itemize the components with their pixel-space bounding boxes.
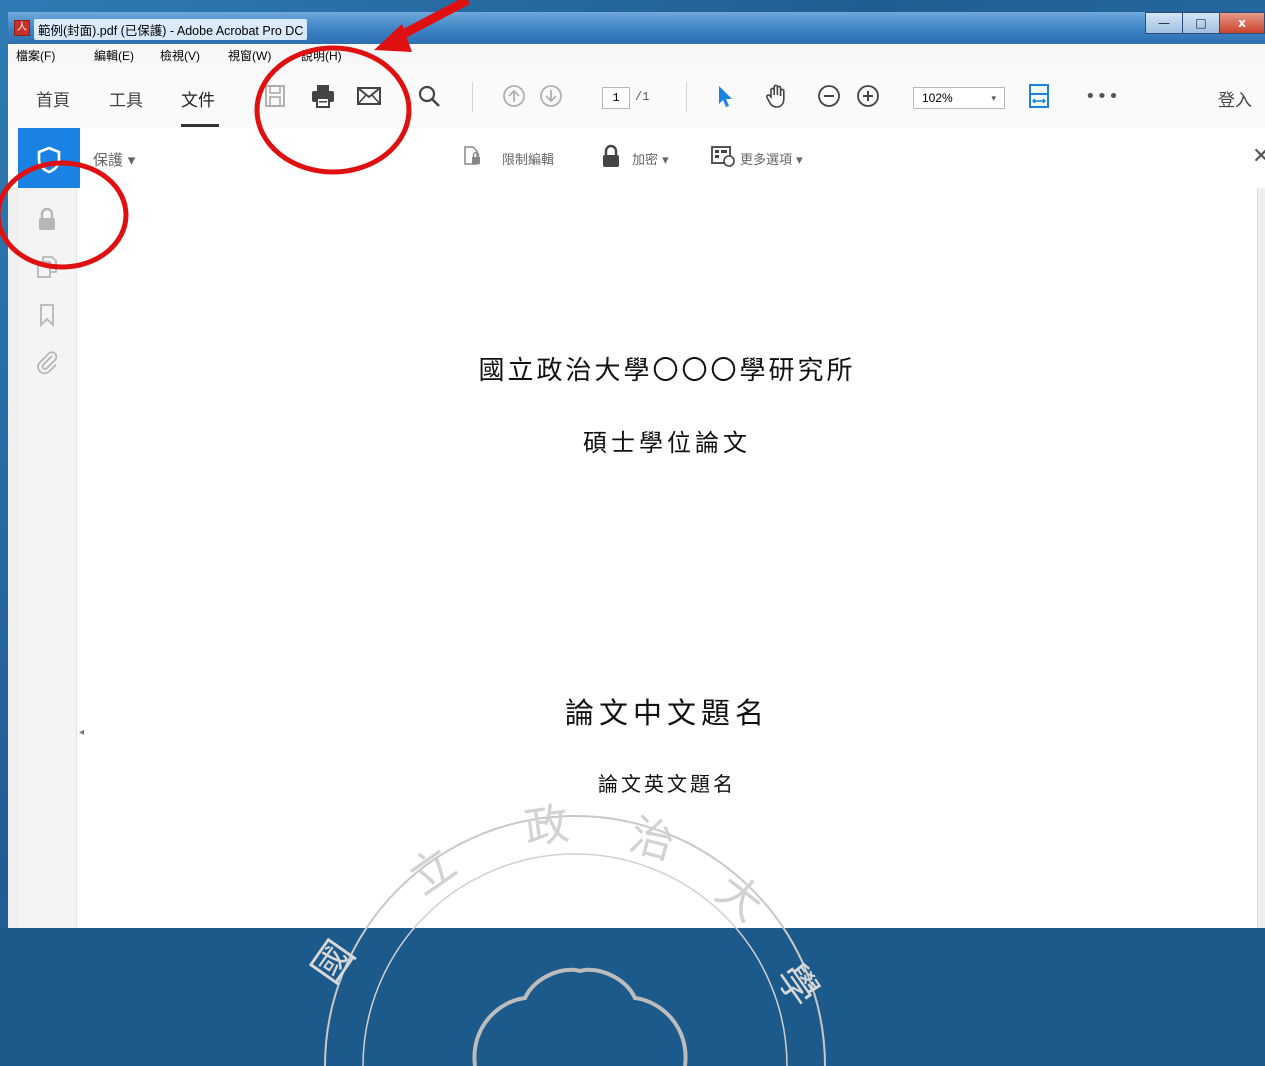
title-bar: 人 範例(封面).pdf (已保護) - Adobe Acrobat Pro D… [8, 12, 1265, 44]
search-icon[interactable] [415, 82, 443, 110]
menu-edit[interactable]: 編輯(E) [94, 47, 134, 64]
select-cursor-icon[interactable] [711, 82, 739, 110]
fit-width-icon[interactable] [1025, 82, 1053, 110]
document-page: 國立政治大學〇〇〇學研究所 碩士學位論文 論文中文題名 論文英文題名 立 政 治… [77, 188, 1257, 1066]
page-number-input[interactable]: 1 [602, 87, 630, 109]
menu-bar: 檔案(F) 編輯(E) 檢視(V) 視窗(W) 說明(H) [8, 44, 1265, 65]
main-toolbar: 首頁 工具 文件 1 /1 102% ▾ ••• 登入 [8, 64, 1265, 129]
university-seal-watermark: 立 政 治 大 國 學 [305, 798, 827, 1066]
toolbar-separator [472, 82, 473, 112]
window-title: 範例(封面).pdf (已保護) - Adobe Acrobat Pro DC [34, 19, 308, 40]
acrobat-app-icon: 人 [14, 20, 30, 36]
hand-tool-icon[interactable] [763, 82, 791, 110]
more-options-icon [711, 146, 735, 167]
page-up-icon[interactable] [500, 82, 528, 110]
chinese-thesis-title: 論文中文題名 [564, 696, 769, 730]
restrict-edit-button[interactable]: 限制編輯 [502, 149, 554, 168]
encrypt-dropdown[interactable]: 加密 ▾ [632, 149, 669, 168]
maximize-button[interactable]: □ [1182, 12, 1220, 34]
menu-help[interactable]: 說明(H) [301, 47, 342, 64]
pages-icon[interactable] [34, 254, 60, 280]
menu-view[interactable]: 檢視(V) [160, 47, 200, 64]
zoom-select[interactable]: 102% ▾ [913, 87, 1005, 109]
zoom-out-icon[interactable] [815, 82, 843, 110]
shield-icon [37, 146, 61, 174]
seal-char: 立 [400, 838, 465, 905]
tab-tools[interactable]: 工具 [109, 86, 143, 111]
zoom-value: 102% [922, 91, 953, 105]
tab-document[interactable]: 文件 [181, 86, 215, 111]
zoom-in-icon[interactable] [854, 82, 882, 110]
active-tab-indicator [181, 124, 219, 127]
protect-dropdown[interactable]: 保護 ▾ [93, 149, 135, 170]
lock-icon[interactable] [34, 206, 60, 232]
more-tools-button[interactable]: ••• [1085, 86, 1120, 107]
page-total: /1 [635, 90, 650, 104]
attachment-icon[interactable] [34, 348, 60, 374]
seal-char: 國 [305, 933, 364, 992]
close-window-button[interactable]: x [1219, 12, 1265, 34]
sign-in-button[interactable]: 登入 [1218, 86, 1252, 111]
page-down-icon[interactable] [537, 82, 565, 110]
minimize-button[interactable]: — [1145, 12, 1183, 34]
close-toolbar-button[interactable]: ✕ [1252, 144, 1265, 169]
collapse-panel-arrow[interactable]: ◂ [79, 727, 84, 738]
more-options-dropdown[interactable]: 更多選項 ▾ [740, 149, 803, 168]
left-edge [8, 128, 18, 928]
tab-home[interactable]: 首頁 [36, 86, 70, 111]
menu-file[interactable]: 檔案(F) [16, 47, 55, 64]
print-icon[interactable] [309, 82, 337, 110]
email-icon[interactable] [355, 82, 383, 110]
restrict-edit-icon [464, 146, 480, 165]
toolbar-separator [686, 82, 687, 112]
seal-char: 大 [706, 864, 772, 931]
bookmark-icon[interactable] [34, 302, 60, 328]
seal-char: 治 [624, 809, 680, 870]
institute-heading: 國立政治大學〇〇〇學研究所 [478, 356, 856, 386]
degree-heading: 碩士學位論文 [583, 429, 751, 457]
chevron-down-icon: ▾ [991, 93, 996, 103]
protect-tool-tile[interactable] [18, 128, 80, 188]
vertical-scrollbar[interactable] [1257, 188, 1265, 928]
save-icon[interactable] [261, 82, 289, 110]
left-navigation-rail [18, 188, 77, 928]
menu-window[interactable]: 視窗(W) [228, 47, 271, 64]
lock-icon [603, 144, 619, 167]
window-controls: — □ x [1145, 12, 1265, 34]
protect-toolbar: 保護 ▾ 限制編輯 加密 ▾ 更多選項 ▾ ✕ [8, 128, 1265, 189]
seal-char: 政 [521, 798, 572, 855]
